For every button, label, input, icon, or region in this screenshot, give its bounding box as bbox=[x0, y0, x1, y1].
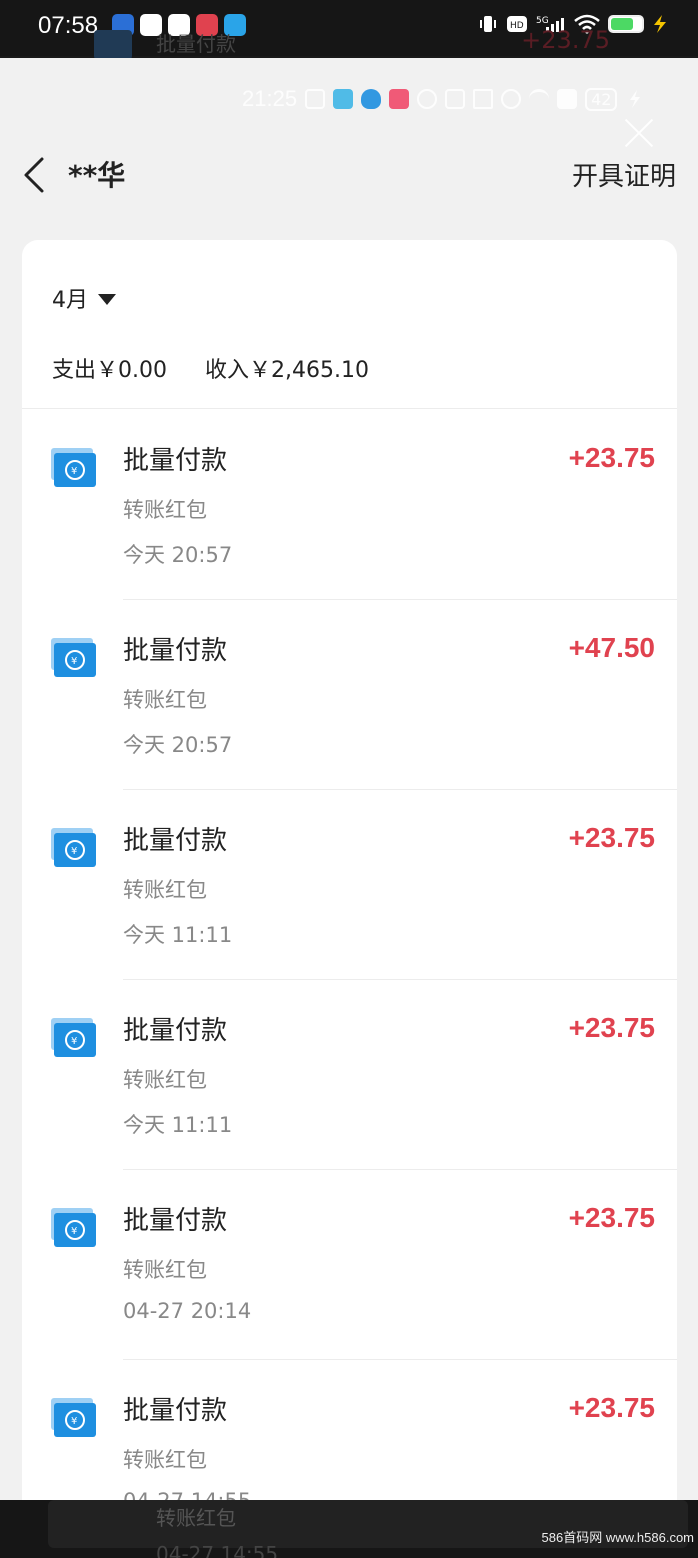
transaction-time: 今天 11:11 bbox=[123, 1113, 233, 1137]
month-summary: 支出￥0.00 收入￥2,465.10 bbox=[52, 352, 369, 384]
eye-icon bbox=[417, 89, 438, 109]
chevron-left-icon bbox=[24, 157, 44, 193]
watermark: 586首码网 www.h586.com bbox=[541, 1530, 694, 1545]
ghost-transfer-icon bbox=[94, 30, 132, 60]
page-title: **华 bbox=[68, 159, 126, 192]
bottom-ghost-row: 转账红包 04-27 14:55 bbox=[48, 1488, 688, 1558]
charging-icon bbox=[630, 90, 641, 108]
transaction-title: 批量付款 bbox=[123, 826, 228, 856]
transaction-list: ¥ 批量付款 转账红包 今天 20:57 +23.75 ¥ 批量付款 转账红包 … bbox=[22, 410, 677, 1530]
ghost-amount: +23.75 bbox=[521, 26, 610, 54]
close-icon[interactable] bbox=[624, 118, 654, 148]
transaction-title: 批量付款 bbox=[123, 1016, 228, 1046]
transfer-icon: ¥ bbox=[51, 828, 96, 867]
transaction-subtitle: 转账红包 bbox=[123, 1258, 207, 1282]
transaction-row[interactable]: ¥ 批量付款 转账红包 今天 20:57 +47.50 bbox=[22, 600, 677, 790]
ghost-time: 04-27 14:55 bbox=[156, 1542, 279, 1558]
mute-icon bbox=[501, 89, 522, 109]
svg-text:¥: ¥ bbox=[71, 846, 77, 857]
transaction-title: 批量付款 bbox=[123, 636, 228, 666]
ghost-title: 批量付款 bbox=[156, 32, 236, 56]
svg-text:¥: ¥ bbox=[71, 1416, 77, 1427]
svg-text:5G: 5G bbox=[536, 16, 549, 26]
transfer-icon: ¥ bbox=[51, 1208, 96, 1247]
svg-text:¥: ¥ bbox=[71, 656, 77, 667]
transaction-row[interactable]: ¥ 批量付款 转账红包 04-27 20:14 +23.75 bbox=[22, 1170, 677, 1360]
transaction-time: 今天 20:57 bbox=[123, 733, 233, 757]
ghost-subtitle: 转账红包 bbox=[156, 1506, 236, 1530]
book-app-icon bbox=[333, 89, 354, 109]
transaction-subtitle: 转账红包 bbox=[123, 498, 207, 522]
check-icon bbox=[305, 89, 326, 109]
alert-icon bbox=[557, 89, 578, 109]
transaction-amount: +23.75 bbox=[568, 1392, 655, 1423]
transaction-time: 今天 20:57 bbox=[123, 543, 233, 567]
inner-status-time: 21:25 bbox=[242, 86, 298, 111]
transaction-amount: +23.75 bbox=[568, 1202, 655, 1233]
month-selector[interactable]: 4月 bbox=[52, 282, 116, 314]
charging-icon bbox=[654, 15, 666, 33]
inner-status-bar: 21:25 42 bbox=[242, 84, 645, 114]
transaction-title: 批量付款 bbox=[123, 1396, 228, 1426]
detail-sheet: 21:25 42 **华 开具证明 4月 支出￥0.00 收入￥2,465.10 bbox=[0, 58, 698, 1530]
shield-icon bbox=[361, 89, 382, 109]
wifi-icon bbox=[529, 89, 550, 109]
transaction-row[interactable]: ¥ 批量付款 转账红包 今天 20:57 +23.75 bbox=[22, 410, 677, 600]
transfer-icon: ¥ bbox=[51, 1398, 96, 1437]
transaction-subtitle: 转账红包 bbox=[123, 878, 207, 902]
income-total: 收入￥2,465.10 bbox=[205, 358, 369, 383]
nfc-icon bbox=[445, 89, 466, 109]
svg-text:¥: ¥ bbox=[71, 466, 77, 477]
transaction-subtitle: 转账红包 bbox=[123, 688, 207, 712]
nav-bar: **华 开具证明 bbox=[0, 148, 698, 208]
transaction-amount: +23.75 bbox=[568, 442, 655, 473]
issue-certificate-button[interactable]: 开具证明 bbox=[572, 156, 676, 193]
transfer-icon: ¥ bbox=[51, 1018, 96, 1057]
transaction-row[interactable]: ¥ 批量付款 转账红包 今天 11:11 +23.75 bbox=[22, 980, 677, 1170]
transaction-title: 批量付款 bbox=[123, 1206, 228, 1236]
inner-battery-level: 42 bbox=[585, 87, 618, 111]
transaction-subtitle: 转账红包 bbox=[123, 1448, 207, 1472]
transaction-title: 批量付款 bbox=[123, 446, 228, 476]
caret-down-icon bbox=[98, 293, 116, 305]
transfer-icon: ¥ bbox=[51, 448, 96, 487]
svg-text:¥: ¥ bbox=[71, 1036, 77, 1047]
month-label: 4月 bbox=[52, 288, 88, 313]
transfer-icon: ¥ bbox=[51, 638, 96, 677]
transaction-time: 04-27 20:14 bbox=[123, 1299, 252, 1323]
bluetooth-icon bbox=[473, 89, 494, 109]
transactions-card: 4月 支出￥0.00 收入￥2,465.10 ¥ 批量付款 转账红包 今天 20… bbox=[22, 240, 677, 1530]
svg-text:¥: ¥ bbox=[71, 1226, 77, 1237]
transaction-amount: +23.75 bbox=[568, 822, 655, 853]
divider bbox=[22, 408, 677, 409]
transaction-row[interactable]: ¥ 批量付款 转账红包 今天 11:11 +23.75 bbox=[22, 790, 677, 980]
transaction-subtitle: 转账红包 bbox=[123, 1068, 207, 1092]
expense-total: 支出￥0.00 bbox=[52, 358, 167, 383]
transaction-time: 今天 11:11 bbox=[123, 923, 233, 947]
transaction-amount: +47.50 bbox=[568, 632, 655, 663]
transaction-amount: +23.75 bbox=[568, 1012, 655, 1043]
back-button[interactable] bbox=[22, 156, 52, 196]
music-app-icon bbox=[389, 89, 410, 109]
